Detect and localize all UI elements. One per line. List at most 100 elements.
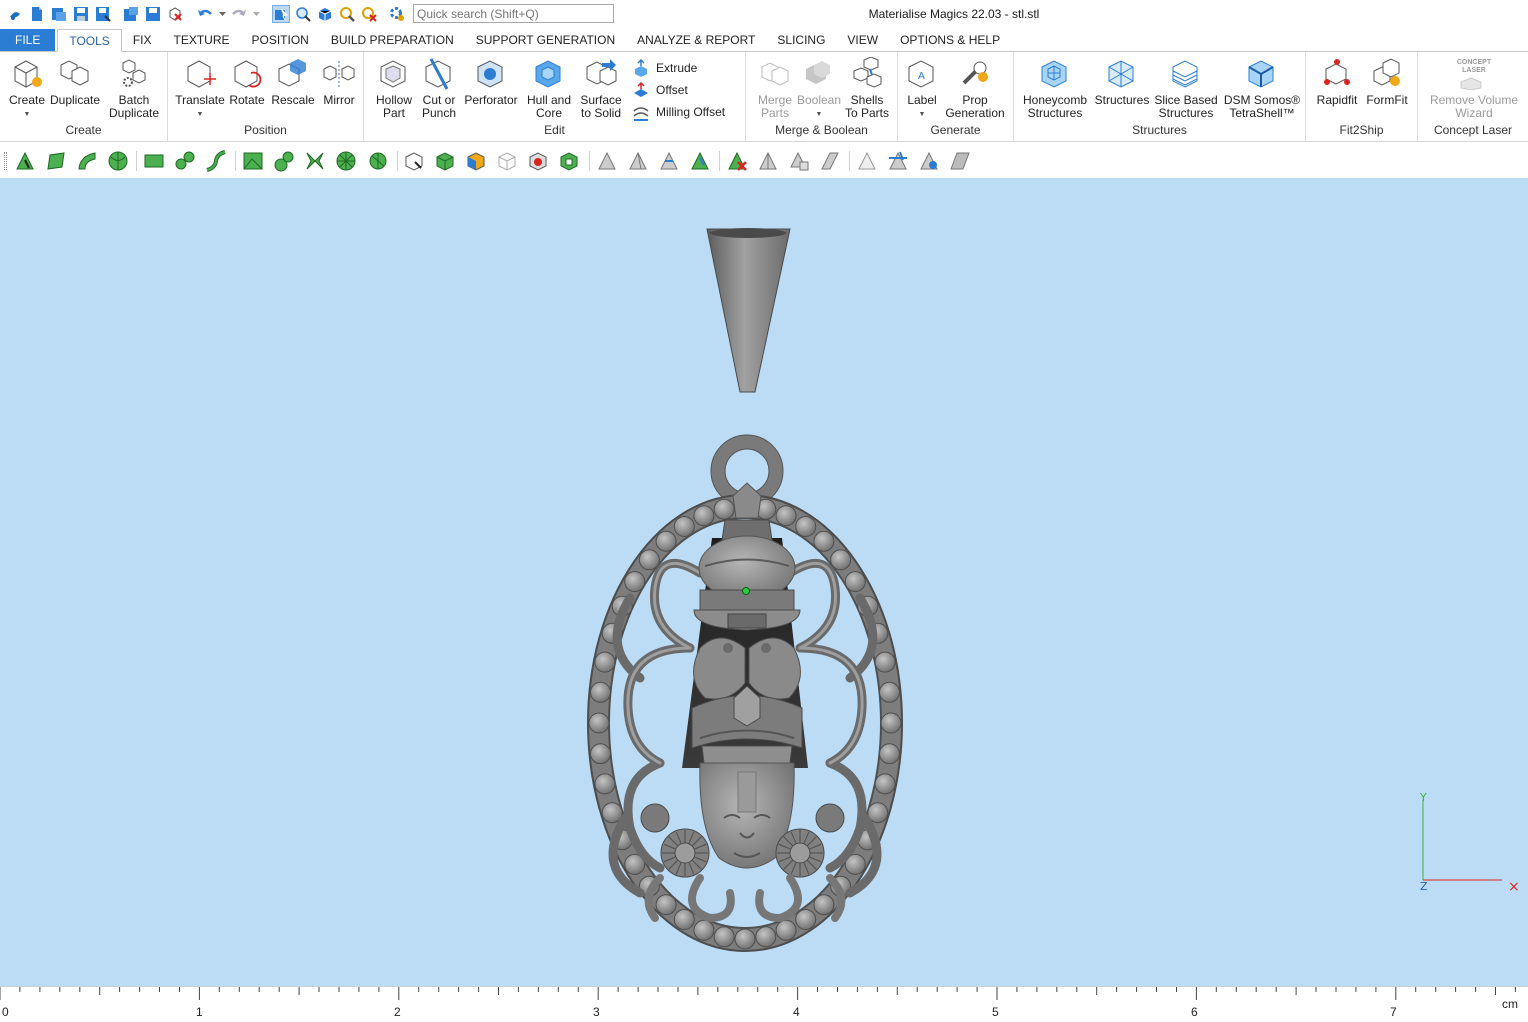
tab-position[interactable]: POSITION xyxy=(241,29,320,52)
tab-options-help[interactable]: OPTIONS & HELP xyxy=(889,29,1011,52)
view-front-icon[interactable] xyxy=(403,150,425,172)
triangle-view-icon[interactable] xyxy=(918,150,940,172)
select-box-icon[interactable] xyxy=(242,150,264,172)
merge-parts-button[interactable]: Merge Parts xyxy=(754,56,796,120)
hollow-part-button[interactable]: Hollow Part xyxy=(372,56,416,120)
honeycomb-structures-button[interactable]: Honeycomb Structures xyxy=(1022,56,1088,120)
toolbar-separator xyxy=(719,151,720,171)
tab-file[interactable]: FILE xyxy=(0,29,56,52)
select-shell-icon[interactable] xyxy=(107,150,129,172)
select-plane-icon[interactable] xyxy=(143,150,165,172)
prop-generation-button[interactable]: Prop Generation xyxy=(942,56,1008,120)
viewport-canvas[interactable]: Y Z × xyxy=(0,178,1528,986)
toolbar-grip xyxy=(4,152,7,170)
perforator-button[interactable]: Perforator xyxy=(462,56,520,107)
structures-button[interactable]: Structures xyxy=(1094,56,1150,107)
group-merge-boolean: Merge Parts Boolean ▼ Shells To Parts Me… xyxy=(746,52,898,141)
extrude-icon xyxy=(635,59,647,77)
batch-duplicate-icon xyxy=(117,56,151,92)
triangle-plane-icon[interactable] xyxy=(949,150,971,172)
view-back-icon[interactable] xyxy=(434,150,456,172)
tab-analyze-report[interactable]: ANALYZE & REPORT xyxy=(626,29,766,52)
badge-text-2: LASER xyxy=(1462,66,1486,74)
tab-fix[interactable]: FIX xyxy=(122,29,163,52)
selection-marker[interactable] xyxy=(742,587,750,595)
cut-punch-button[interactable]: Cut or Punch xyxy=(418,56,460,120)
translate-button[interactable]: Translate ▼ xyxy=(174,56,226,121)
bead xyxy=(795,516,817,537)
bead xyxy=(874,773,896,795)
triangle-grow-icon[interactable] xyxy=(689,150,711,172)
dsm-somos-tetrashell-button[interactable]: DSM Somos® TetraShell™ xyxy=(1222,56,1302,120)
cut-punch-icon xyxy=(422,56,456,92)
rapidfit-label: Rapidfit xyxy=(1316,93,1358,107)
triangle-invert-icon[interactable] xyxy=(757,150,779,172)
bail-part[interactable] xyxy=(706,228,791,393)
ruler-label-6: 6 xyxy=(1191,1005,1198,1019)
rapidfit-button[interactable]: Rapidfit xyxy=(1314,56,1360,107)
select-sphere-icon[interactable] xyxy=(273,150,295,172)
group-edit: Hollow Part Cut or Punch Perforator Hull… xyxy=(364,52,746,141)
select-surface-icon[interactable] xyxy=(45,150,67,172)
offset-button[interactable]: Offset xyxy=(632,81,688,99)
shells-label-1: Shells xyxy=(850,93,884,107)
prop-label-2: Generation xyxy=(945,106,1005,120)
group-fit2ship: Rapidfit FormFit Fit2Ship xyxy=(1306,52,1418,141)
triangle-mark-icon[interactable] xyxy=(596,150,618,172)
pendant-part[interactable] xyxy=(587,434,903,952)
select-cylinder-icon[interactable] xyxy=(174,150,196,172)
duplicate-button[interactable]: Duplicate xyxy=(48,56,102,107)
hull-label-2: Core xyxy=(535,106,562,120)
tab-tools[interactable]: TOOLS xyxy=(57,29,122,52)
select-flag-icon[interactable] xyxy=(304,150,326,172)
boolean-button[interactable]: Boolean ▼ xyxy=(796,56,842,121)
view-shaded-icon[interactable] xyxy=(527,150,549,172)
view-color-icon[interactable] xyxy=(465,150,487,172)
group-fit2ship-label: Fit2Ship xyxy=(1339,123,1384,137)
tab-texture[interactable]: TEXTURE xyxy=(162,29,240,52)
ruler-label-1: 1 xyxy=(196,1005,203,1019)
milling-offset-button[interactable]: Milling Offset xyxy=(632,103,725,121)
view-cube-icon[interactable] xyxy=(558,150,580,172)
slice-based-structures-button[interactable]: Slice Based Structures xyxy=(1154,56,1218,120)
create-button[interactable]: Create ▼ xyxy=(6,56,48,121)
shells-to-parts-button[interactable]: Shells To Parts xyxy=(844,56,890,120)
select-bad-icon[interactable] xyxy=(367,150,389,172)
tab-support-generation[interactable]: SUPPORT GENERATION xyxy=(465,29,626,52)
view-wire-icon[interactable] xyxy=(496,150,518,172)
hull-core-button[interactable]: Hull and Core xyxy=(524,56,574,120)
remove-volume-wizard-button[interactable]: CONCEPT LASER Remove Volume Wizard xyxy=(1424,56,1524,120)
tab-slicing[interactable]: SLICING xyxy=(766,29,836,52)
batch-duplicate-button[interactable]: Batch Duplicate xyxy=(106,56,162,120)
bead xyxy=(879,681,900,703)
concept-laser-badge: CONCEPT LASER xyxy=(1454,56,1494,92)
select-triangle-icon[interactable] xyxy=(14,150,36,172)
formfit-button[interactable]: FormFit xyxy=(1364,56,1410,107)
group-structures: Honeycomb Structures Structures Slice Ba… xyxy=(1014,52,1306,141)
label-button[interactable]: A Label ▼ xyxy=(902,56,942,121)
triangle-expand-icon[interactable] xyxy=(627,150,649,172)
triangle-hide-icon[interactable] xyxy=(856,150,878,172)
triangle-copy-icon[interactable] xyxy=(788,150,810,172)
select-cone-icon[interactable] xyxy=(205,150,227,172)
rescale-button[interactable]: Rescale xyxy=(270,56,316,107)
select-curve-icon[interactable] xyxy=(76,150,98,172)
surface-label-1: Surface xyxy=(580,93,622,107)
ruler: 0 1 2 3 4 5 6 7 cm xyxy=(0,986,1528,1022)
tab-view[interactable]: VIEW xyxy=(836,29,889,52)
select-marked-icon[interactable] xyxy=(335,150,357,172)
extrude-button[interactable]: Extrude xyxy=(632,59,697,77)
triangle-flat-icon[interactable] xyxy=(819,150,841,172)
3d-viewport[interactable]: Y Z × xyxy=(0,178,1528,986)
group-concept-laser: CONCEPT LASER Remove Volume Wizard Conce… xyxy=(1418,52,1528,141)
triangle-split-icon[interactable] xyxy=(887,150,909,172)
mirror-icon xyxy=(322,56,356,92)
surface-to-solid-button[interactable]: Surface to Solid xyxy=(576,56,626,120)
triangle-shrink-icon[interactable] xyxy=(658,150,680,172)
triangle-delete-icon[interactable] xyxy=(726,150,748,172)
mirror-button[interactable]: Mirror xyxy=(318,56,360,107)
ruler-label-7: 7 xyxy=(1390,1005,1397,1019)
tab-build-preparation[interactable]: BUILD PREPARATION xyxy=(320,29,465,52)
honeycomb-icon xyxy=(1038,56,1072,92)
rotate-button[interactable]: Rotate xyxy=(226,56,268,107)
